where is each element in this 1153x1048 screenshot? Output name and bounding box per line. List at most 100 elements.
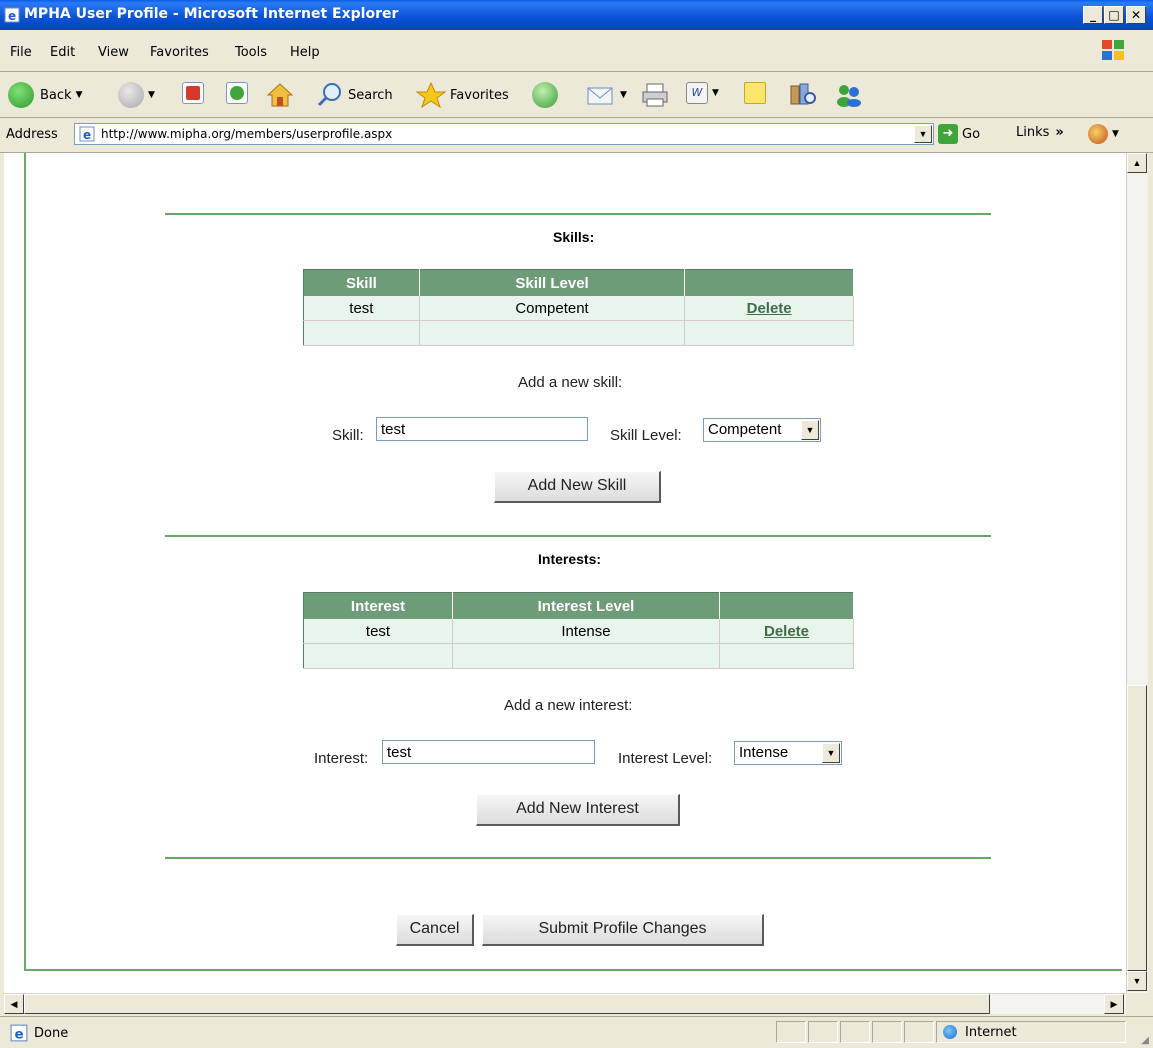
table-row: [303, 320, 854, 346]
search-icon: [317, 83, 341, 107]
chevron-down-icon: ▼: [148, 90, 155, 100]
extra-toolbar-button[interactable]: ▼: [1088, 124, 1119, 144]
scroll-up-button[interactable]: ▲: [1127, 153, 1147, 173]
scrollbar-thumb[interactable]: [1127, 685, 1147, 971]
submit-profile-button[interactable]: Submit Profile Changes: [482, 914, 764, 946]
status-panel: [808, 1021, 838, 1043]
interests-header-interest: Interest: [303, 592, 453, 619]
vertical-scrollbar[interactable]: ▲ ▼: [1126, 153, 1148, 993]
scroll-left-button[interactable]: ◀: [4, 994, 24, 1014]
ie-page-icon: e: [10, 1024, 28, 1042]
go-button[interactable]: ➜ Go: [938, 124, 980, 144]
menu-bar: File Edit View Favorites Tools Help: [0, 31, 1153, 72]
add-interest-prompt: Add a new interest:: [504, 697, 633, 714]
zone-panel: Internet: [936, 1021, 1126, 1043]
horizontal-scrollbar[interactable]: ◀ ▶: [4, 993, 1126, 1014]
status-panel: [872, 1021, 902, 1043]
star-icon: [416, 82, 446, 108]
add-new-skill-button[interactable]: Add New Skill: [494, 471, 661, 503]
interest-input[interactable]: [382, 740, 595, 764]
skill-label: Skill:: [332, 427, 364, 444]
status-bar: e Done Internet ◢: [0, 1016, 1153, 1048]
printer-icon: [642, 83, 668, 107]
search-button[interactable]: Search: [316, 82, 393, 108]
status-panel: [776, 1021, 806, 1043]
chevron-up-icon: ▲: [1132, 158, 1142, 168]
note-icon: [744, 82, 766, 104]
table-row: test Competent Delete: [303, 296, 854, 321]
add-skill-prompt: Add a new skill:: [518, 374, 623, 391]
standard-toolbar: Back ▼ ▼ Search Favorites ▼ W ▼: [0, 72, 1153, 118]
address-label: Address: [6, 127, 58, 142]
forward-button[interactable]: ▼: [118, 82, 155, 108]
resize-grip-icon[interactable]: ◢: [1141, 1035, 1149, 1046]
menu-tools[interactable]: Tools: [235, 45, 267, 60]
messenger-button[interactable]: [834, 82, 864, 108]
status-panel: [904, 1021, 934, 1043]
menu-help[interactable]: Help: [290, 45, 320, 60]
interest-name-cell: test: [303, 619, 453, 644]
print-button[interactable]: [640, 82, 670, 108]
scroll-down-button[interactable]: ▼: [1127, 971, 1147, 991]
window-title: MPHA User Profile - Microsoft Internet E…: [24, 6, 399, 22]
research-button[interactable]: [788, 82, 818, 108]
menu-favorites[interactable]: Favorites: [150, 45, 209, 60]
svg-text:e: e: [15, 1027, 24, 1042]
chevron-down-icon: ▼: [918, 129, 928, 139]
divider: [165, 535, 991, 537]
forward-arrow-icon: [118, 82, 144, 108]
discuss-button[interactable]: [744, 82, 766, 104]
home-button[interactable]: [266, 82, 294, 108]
delete-skill-link[interactable]: Delete: [747, 300, 792, 317]
page-content: Skills: Skill Skill Level test Competent…: [4, 153, 1126, 993]
divider: [165, 213, 991, 215]
close-button[interactable]: ✕: [1126, 6, 1146, 24]
delete-interest-link[interactable]: Delete: [764, 623, 809, 640]
address-input[interactable]: e http://www.mipha.org/members/userprofi…: [74, 123, 934, 145]
chevron-down-icon: ▼: [822, 743, 840, 763]
chevron-down-icon: ▼: [712, 88, 719, 98]
menu-file[interactable]: File: [10, 45, 32, 60]
edit-button[interactable]: W ▼: [686, 82, 719, 104]
skill-level-select[interactable]: Competent ▼: [703, 418, 821, 442]
history-button[interactable]: [532, 82, 558, 108]
chevron-down-icon: ▼: [1132, 976, 1142, 986]
links-button[interactable]: Links »: [1016, 125, 1064, 140]
interest-label: Interest:: [314, 750, 369, 767]
research-icon: [790, 83, 816, 105]
interest-level-label: Interest Level:: [618, 750, 713, 767]
favorites-button[interactable]: Favorites: [416, 82, 509, 108]
skills-header-skill: Skill: [303, 269, 420, 296]
globe-icon: [943, 1025, 957, 1039]
scroll-right-button[interactable]: ▶: [1104, 994, 1124, 1014]
chevron-down-icon: ▼: [75, 90, 83, 100]
interests-header-level: Interest Level: [452, 592, 720, 619]
cancel-button[interactable]: Cancel: [396, 914, 474, 946]
chevron-left-icon: ◀: [10, 999, 18, 1009]
chevron-down-icon: ▼: [620, 90, 627, 100]
messenger-icon: [837, 85, 861, 107]
home-icon: [266, 83, 294, 107]
minimize-button[interactable]: _: [1083, 6, 1103, 24]
add-new-interest-button[interactable]: Add New Interest: [476, 794, 680, 826]
maximize-button[interactable]: □: [1104, 6, 1124, 24]
back-arrow-icon: [8, 82, 34, 108]
chevron-down-icon: ▼: [1112, 129, 1119, 139]
table-row: [303, 643, 854, 669]
interest-level-select[interactable]: Intense ▼: [734, 741, 842, 765]
address-dropdown-button[interactable]: ▼: [914, 125, 932, 143]
title-bar[interactable]: e MPHA User Profile - Microsoft Internet…: [0, 0, 1153, 30]
menu-edit[interactable]: Edit: [50, 45, 75, 60]
refresh-button[interactable]: [226, 82, 248, 104]
menu-view[interactable]: View: [98, 45, 129, 60]
mail-button[interactable]: ▼: [586, 82, 627, 108]
stop-button[interactable]: [182, 82, 204, 104]
horizontal-scrollbar-thumb[interactable]: [24, 994, 990, 1014]
status-panel: [840, 1021, 870, 1043]
interests-title: Interests:: [538, 551, 602, 567]
mail-icon: [587, 87, 613, 105]
refresh-icon: [226, 82, 248, 104]
back-button[interactable]: Back ▼: [8, 82, 82, 108]
svg-text:e: e: [8, 9, 16, 23]
skill-input[interactable]: [376, 417, 588, 441]
